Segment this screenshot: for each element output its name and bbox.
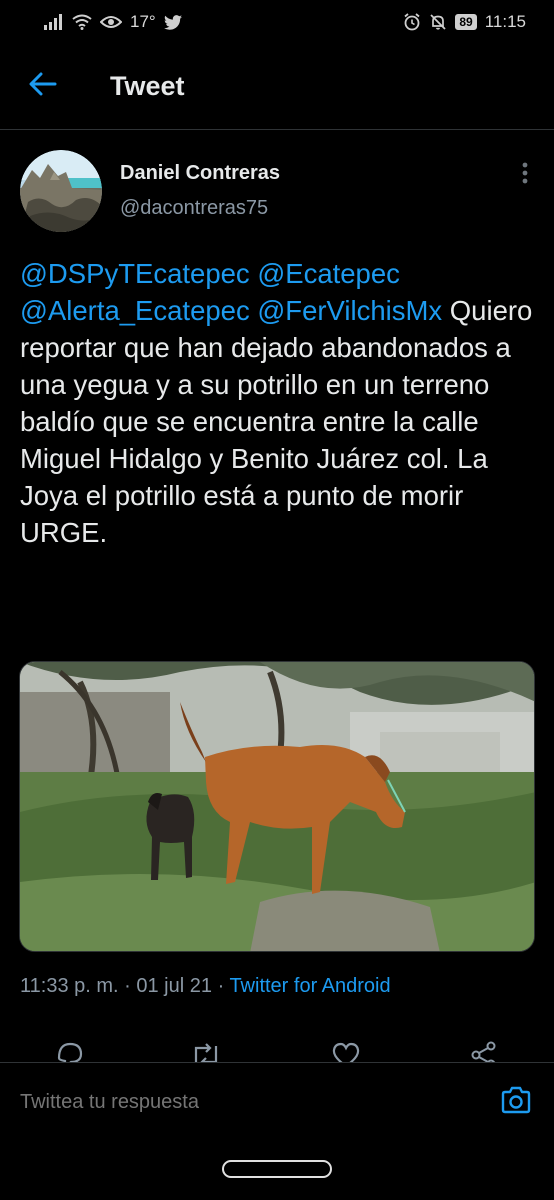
tweet-source-link[interactable]: Twitter for Android bbox=[229, 975, 390, 997]
status-right: 89 11:15 bbox=[403, 12, 526, 32]
signal-icon bbox=[44, 14, 64, 30]
reply-bar bbox=[0, 1062, 554, 1142]
reply-input[interactable] bbox=[20, 1091, 494, 1114]
author-handle[interactable]: @dacontreras75 bbox=[120, 197, 280, 220]
tweet-text: @DSPyTEcatepec @Ecatepec @Alerta_Ecatepe… bbox=[20, 255, 540, 551]
bell-off-icon bbox=[429, 13, 447, 31]
tweet-photo[interactable] bbox=[19, 661, 535, 952]
share-button[interactable] bbox=[464, 1040, 504, 1062]
camera-button[interactable] bbox=[494, 1081, 538, 1125]
tweet-author: Daniel Contreras @dacontreras75 bbox=[20, 150, 540, 236]
mention-link[interactable]: @Alerta_Ecatepec bbox=[20, 295, 250, 326]
tweet-meta: 11:33 p. m. · 01 jul 21 · Twitter for An… bbox=[20, 975, 391, 998]
eye-icon bbox=[100, 15, 122, 29]
author-display-name[interactable]: Daniel Contreras bbox=[120, 162, 280, 185]
tweet-body: Quiero reportar que han dejado abandonad… bbox=[20, 295, 533, 548]
share-icon bbox=[469, 1040, 499, 1062]
reply-icon bbox=[55, 1040, 85, 1062]
alarm-icon bbox=[403, 13, 421, 31]
reply-button[interactable] bbox=[50, 1040, 90, 1062]
mention-link[interactable]: @Ecatepec bbox=[257, 258, 400, 289]
avatar[interactable] bbox=[20, 150, 102, 232]
mention-link[interactable]: @FerVilchisMx bbox=[257, 295, 442, 326]
tweet-actions bbox=[0, 1040, 554, 1062]
clock-text: 11:15 bbox=[484, 12, 526, 31]
meta-separator: · bbox=[124, 975, 131, 997]
back-button[interactable] bbox=[13, 57, 73, 117]
navigation-gesture-bar[interactable] bbox=[222, 1160, 332, 1178]
status-bar: 17° 89 11:15 bbox=[0, 0, 554, 44]
page-title: Tweet bbox=[110, 71, 185, 101]
temperature-text: 17° bbox=[130, 12, 156, 31]
retweet-button[interactable] bbox=[186, 1040, 226, 1062]
heart-icon bbox=[331, 1040, 361, 1062]
camera-icon bbox=[500, 1086, 532, 1119]
author-names: Daniel Contreras @dacontreras75 bbox=[120, 162, 280, 220]
top-app-bar: Tweet bbox=[0, 44, 554, 130]
battery-indicator: 89 bbox=[455, 14, 477, 30]
wifi-icon bbox=[72, 14, 92, 30]
mention-link[interactable]: @DSPyTEcatepec bbox=[20, 258, 250, 289]
retweet-icon bbox=[190, 1040, 222, 1062]
twitter-bird-icon bbox=[163, 14, 182, 30]
tweet-date: 01 jul 21 bbox=[136, 975, 212, 997]
meta-separator: · bbox=[217, 975, 225, 997]
more-options-button[interactable] bbox=[510, 160, 540, 190]
more-vertical-icon bbox=[522, 162, 528, 189]
arrow-left-icon bbox=[29, 72, 57, 101]
status-left: 17° bbox=[44, 12, 182, 32]
like-button[interactable] bbox=[326, 1040, 366, 1062]
tweet-time: 11:33 p. m. bbox=[20, 975, 119, 997]
